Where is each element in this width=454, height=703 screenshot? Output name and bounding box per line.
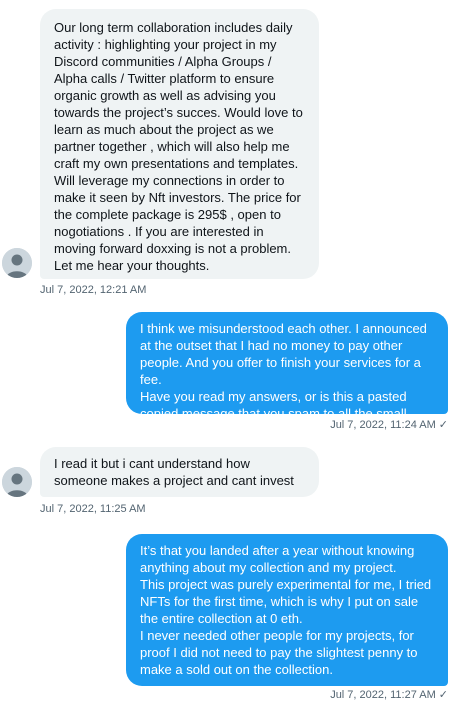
- default-profile-icon: [2, 248, 32, 278]
- message-bubble-received[interactable]: I read it but i cant understand how some…: [40, 447, 319, 497]
- message-timestamp: Jul 7, 2022, 11:24 AM: [330, 419, 436, 431]
- message-timestamp: Jul 7, 2022, 12:21 AM: [40, 284, 147, 296]
- message-bubble-received[interactable]: Our long term collaboration includes dai…: [40, 9, 319, 279]
- message-bubble-sent[interactable]: It’s that you landed after a year withou…: [126, 534, 448, 686]
- message-bubble-sent[interactable]: I think we misunderstood each other. I a…: [126, 312, 448, 438]
- message-timestamp: Jul 7, 2022, 11:27 AM: [330, 689, 436, 701]
- default-profile-icon: [2, 467, 32, 497]
- message-meta: Jul 7, 2022, 11:24 AM ✓: [330, 418, 448, 432]
- checkmark-icon: ✓: [438, 689, 448, 701]
- avatar[interactable]: [2, 467, 32, 497]
- message-meta: Jul 7, 2022, 11:27 AM ✓: [330, 688, 448, 702]
- avatar[interactable]: [2, 248, 32, 278]
- message-timestamp: Jul 7, 2022, 11:25 AM: [40, 503, 146, 515]
- checkmark-icon: ✓: [438, 419, 448, 431]
